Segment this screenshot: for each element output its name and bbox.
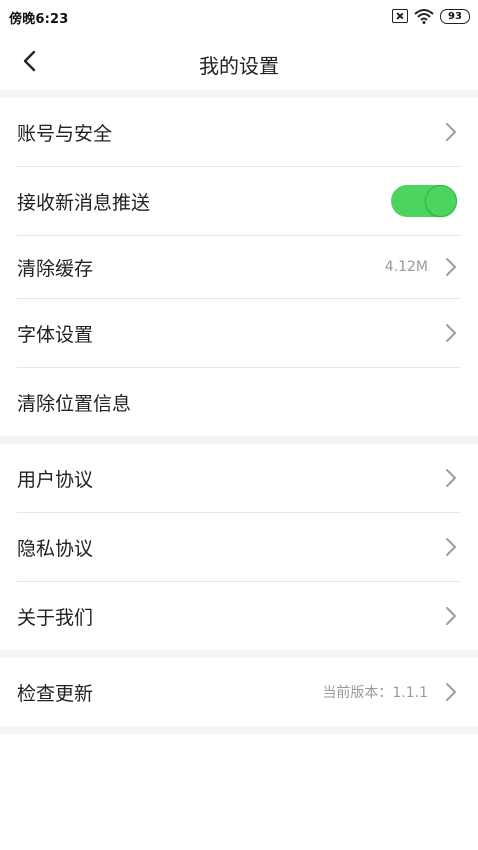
chevron-right-icon [446, 123, 456, 141]
section-gap [0, 650, 478, 658]
title-bar: 我的设置 [0, 32, 478, 90]
battery-icon: 93 [440, 8, 470, 24]
account-security-label: 账号与安全 [17, 122, 113, 145]
about-us-label: 关于我们 [17, 606, 94, 629]
page-title: 我的设置 [199, 54, 279, 78]
user-agreement-row[interactable]: 用户协议 [0, 444, 478, 512]
wifi-icon [414, 9, 434, 24]
privacy-agreement-label: 隐私协议 [17, 537, 94, 560]
section-gap [0, 726, 478, 734]
clear-location-label: 清除位置信息 [17, 392, 132, 415]
section-gap [0, 436, 478, 444]
user-agreement-label: 用户协议 [17, 468, 94, 491]
check-update-label: 检查更新 [17, 682, 94, 705]
status-bar: 傍晚6:23 93 [0, 0, 478, 32]
chevron-right-icon [446, 469, 456, 487]
status-time: 傍晚6:23 [9, 12, 69, 27]
chevron-right-icon [446, 607, 456, 625]
section-gap [0, 90, 478, 98]
chevron-right-icon [446, 683, 456, 701]
font-settings-label: 字体设置 [17, 323, 94, 346]
check-update-row[interactable]: 检查更新 当前版本：1.1.1 [0, 658, 478, 726]
chevron-right-icon [446, 258, 456, 276]
push-notifications-toggle[interactable] [391, 185, 457, 217]
push-notifications-label: 接收新消息推送 [17, 191, 151, 214]
toggle-knob [425, 185, 457, 217]
clear-location-row[interactable]: 清除位置信息 [0, 368, 478, 436]
font-settings-row[interactable]: 字体设置 [0, 299, 478, 367]
chevron-right-icon [446, 324, 456, 342]
about-us-row[interactable]: 关于我们 [0, 582, 478, 650]
privacy-agreement-row[interactable]: 隐私协议 [0, 513, 478, 581]
version-value: 当前版本：1.1.1 [322, 685, 428, 701]
clear-cache-label: 清除缓存 [17, 257, 94, 280]
no-sim-icon [392, 9, 408, 23]
status-icons: 93 [392, 7, 470, 25]
chevron-right-icon [446, 538, 456, 556]
cache-size-value: 4.12M [384, 259, 428, 275]
account-security-row[interactable]: 账号与安全 [0, 98, 478, 166]
clear-cache-row[interactable]: 清除缓存 4.12M [0, 236, 478, 298]
push-notifications-row: 接收新消息推送 [0, 167, 478, 235]
